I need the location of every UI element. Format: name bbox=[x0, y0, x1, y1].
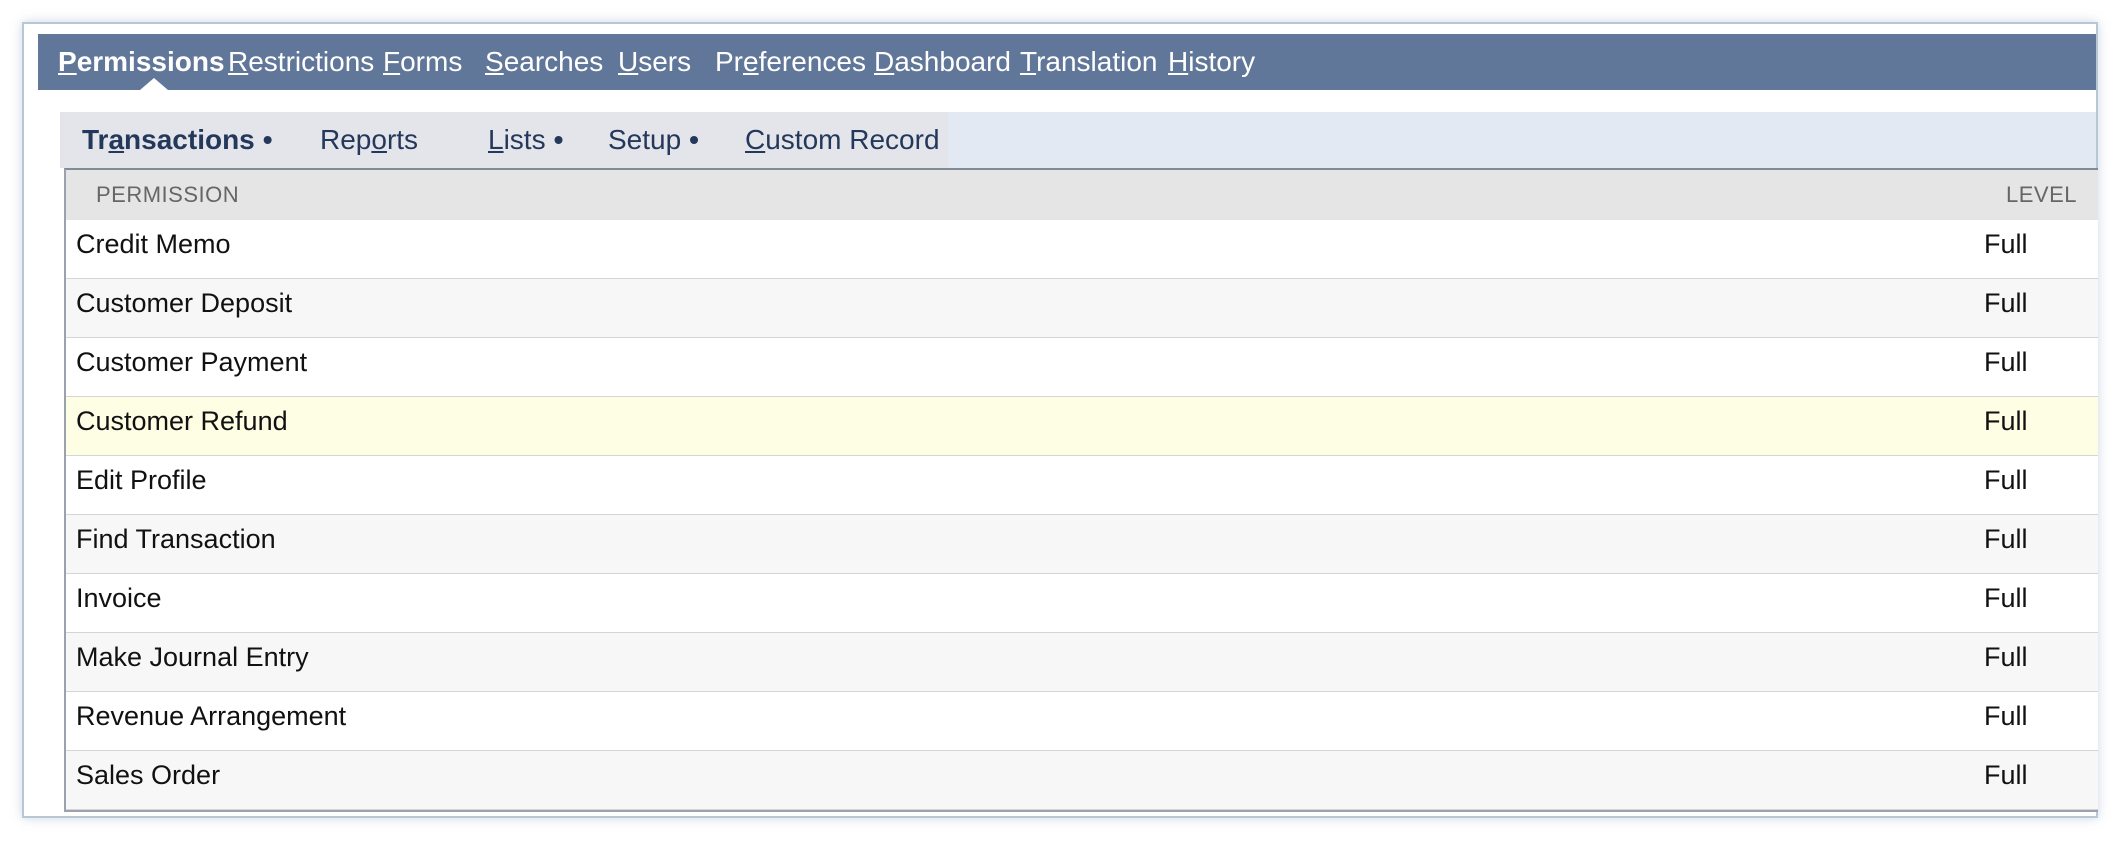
permission-level: Full bbox=[1984, 406, 2028, 436]
table-row[interactable]: Revenue Arrangement Full bbox=[66, 692, 2098, 751]
permission-level: Full bbox=[1984, 347, 2028, 377]
subtab-transactions-label: nsactions bbox=[124, 124, 255, 155]
permission-level: Full bbox=[1984, 583, 2028, 613]
permission-name: Revenue Arrangement bbox=[76, 701, 347, 731]
tab-users-label: sers bbox=[638, 46, 692, 77]
permission-level: Full bbox=[1984, 524, 2028, 554]
top-navigation: Permissions Restrictions Forms Searches … bbox=[38, 34, 2096, 90]
subtab-custom-record-label: ustom Record bbox=[765, 124, 940, 155]
tab-restrictions[interactable]: Restrictions bbox=[228, 34, 374, 90]
permission-name: Make Journal Entry bbox=[76, 642, 309, 672]
permission-level: Full bbox=[1984, 465, 2028, 495]
permission-level: Full bbox=[1984, 701, 2028, 731]
permission-level: Full bbox=[1984, 288, 2028, 318]
permissions-panel: Permissions Restrictions Forms Searches … bbox=[22, 22, 2098, 818]
subtab-lists-label: ists bbox=[503, 124, 546, 155]
subtab-custom-record-accesskey: C bbox=[745, 124, 766, 155]
tab-history-accesskey: H bbox=[1168, 46, 1189, 77]
subtab-setup-dot: • bbox=[689, 124, 699, 155]
table-row[interactable]: Make Journal Entry Full bbox=[66, 633, 2098, 692]
column-header-permission[interactable]: PERMISSION bbox=[96, 170, 239, 220]
tab-preferences-accesskey: e bbox=[743, 46, 759, 77]
subtab-lists-dot: • bbox=[553, 124, 564, 155]
tab-permissions-label: ermissions bbox=[76, 46, 225, 77]
tab-translation-accesskey: T bbox=[1020, 46, 1037, 77]
permission-name: Sales Order bbox=[76, 760, 221, 790]
table-row[interactable]: Find Transaction Full bbox=[66, 515, 2098, 574]
tab-forms-accesskey: F bbox=[383, 46, 401, 77]
subtab-lists-accesskey: L bbox=[488, 124, 504, 155]
subtab-setup-label: Setup bbox=[608, 124, 682, 155]
tab-users-accesskey: U bbox=[618, 46, 639, 77]
permission-name: Invoice bbox=[76, 583, 162, 613]
sub-navigation: Transactions • Reports Lists • Setup • Cust… bbox=[60, 112, 2096, 168]
tab-translation-label: ranslation bbox=[1036, 46, 1158, 77]
table-row[interactable]: Customer Payment Full bbox=[66, 338, 2098, 397]
tab-translation[interactable]: Translation bbox=[1020, 34, 1157, 90]
subtab-transactions-dot: • bbox=[262, 124, 273, 155]
tab-history-label: istory bbox=[1188, 46, 1256, 77]
permission-level: Full bbox=[1984, 229, 2028, 259]
tab-permissions-accesskey: P bbox=[58, 46, 77, 77]
tab-dashboard[interactable]: Dashboard bbox=[874, 34, 1011, 90]
subtab-reports-label-start: Rep bbox=[320, 124, 372, 155]
subtab-reports-label: rts bbox=[386, 124, 419, 155]
subtab-reports-accesskey: o bbox=[371, 124, 387, 155]
table-row[interactable]: Customer Refund Full bbox=[66, 397, 2098, 456]
permissions-table: PERMISSION LEVEL Credit Memo Full Custom… bbox=[64, 168, 2098, 812]
permission-name: Find Transaction bbox=[76, 524, 276, 554]
tab-dashboard-label: ashboard bbox=[894, 46, 1011, 77]
table-header: PERMISSION LEVEL bbox=[66, 170, 2098, 220]
permission-name: Customer Deposit bbox=[76, 288, 293, 318]
tab-preferences[interactable]: Preferences bbox=[715, 34, 866, 90]
permission-name: Customer Refund bbox=[76, 406, 288, 436]
tab-history[interactable]: History bbox=[1168, 34, 1255, 90]
subtab-reports[interactable]: Reports bbox=[320, 112, 418, 168]
tab-forms-label: orms bbox=[400, 46, 463, 77]
tab-forms[interactable]: Forms bbox=[383, 34, 462, 90]
table-row[interactable]: Sales Order Full bbox=[66, 751, 2098, 810]
subtab-custom-record[interactable]: Custom Record bbox=[745, 112, 940, 168]
table-row[interactable]: Invoice Full bbox=[66, 574, 2098, 633]
table-row[interactable]: Customer Deposit Full bbox=[66, 279, 2098, 338]
tab-searches-accesskey: S bbox=[485, 46, 504, 77]
tab-preferences-label-start: Pr bbox=[715, 46, 743, 77]
active-tab-indicator bbox=[140, 78, 168, 90]
table-row[interactable]: Edit Profile Full bbox=[66, 456, 2098, 515]
permission-name: Customer Payment bbox=[76, 347, 308, 377]
table-row[interactable]: Credit Memo Full bbox=[66, 220, 2098, 279]
tab-restrictions-label: estrictions bbox=[248, 46, 375, 77]
subtab-lists[interactable]: Lists • bbox=[488, 112, 563, 168]
subtab-transactions[interactable]: Transactions • bbox=[82, 112, 273, 168]
tab-dashboard-accesskey: D bbox=[874, 46, 895, 77]
tab-restrictions-accesskey: R bbox=[228, 46, 249, 77]
permission-level: Full bbox=[1984, 760, 2028, 790]
tab-users[interactable]: Users bbox=[618, 34, 691, 90]
subtab-setup[interactable]: Setup • bbox=[608, 112, 699, 168]
permission-level: Full bbox=[1984, 642, 2028, 672]
tab-searches[interactable]: Searches bbox=[485, 34, 603, 90]
permission-name: Edit Profile bbox=[76, 465, 207, 495]
permission-name: Credit Memo bbox=[76, 229, 231, 259]
subtab-transactions-accesskey: a bbox=[108, 124, 125, 155]
tab-preferences-label: ferences bbox=[758, 46, 866, 77]
column-header-level[interactable]: LEVEL bbox=[2006, 170, 2077, 220]
tab-searches-label: earches bbox=[503, 46, 604, 77]
subtab-transactions-label-start: Tr bbox=[82, 124, 109, 155]
